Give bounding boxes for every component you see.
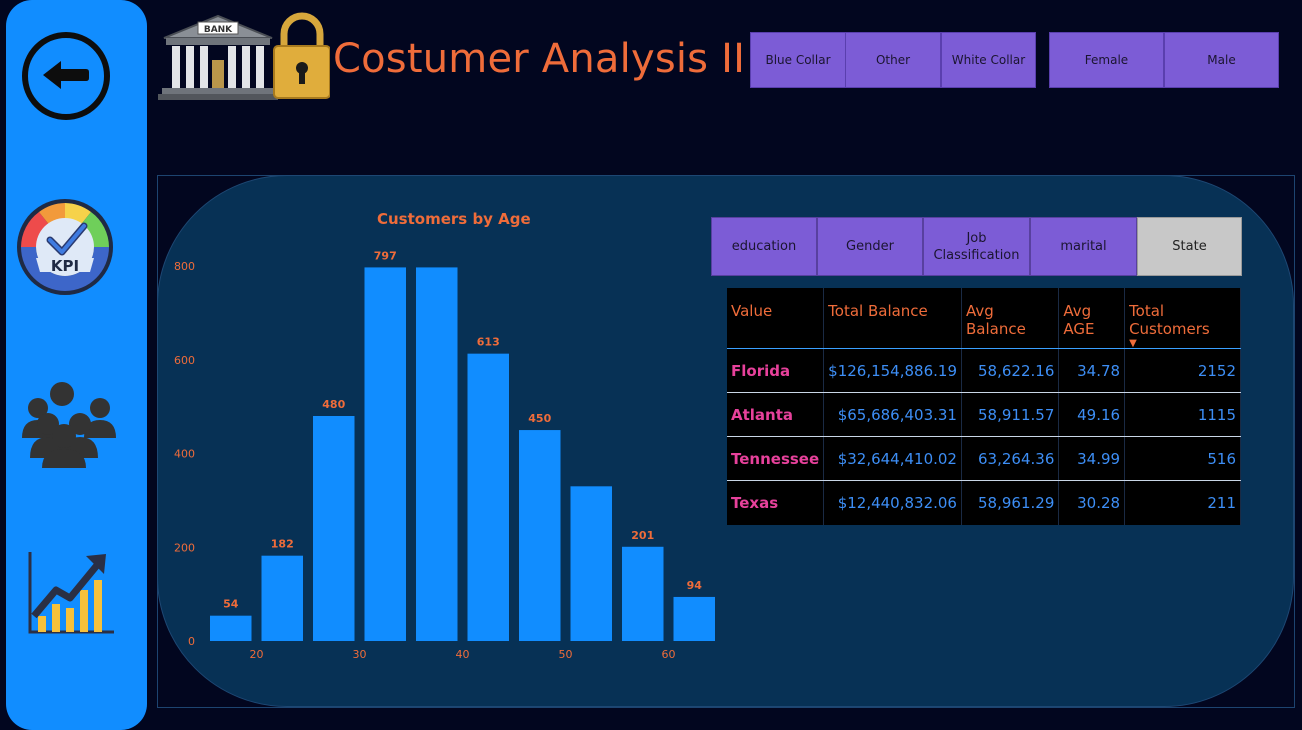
tab-education[interactable]: education: [711, 217, 817, 276]
avg-age: 49.16: [1058, 392, 1126, 437]
x-tick-label: 20: [250, 648, 264, 661]
avg-balance: 63,264.36: [961, 436, 1060, 481]
x-tick-label: 50: [559, 648, 573, 661]
total-customers: 516: [1124, 436, 1241, 481]
x-tick-label: 40: [456, 648, 470, 661]
avg-age: 34.99: [1058, 436, 1126, 481]
table-header-row: Value Total Balance Avg Balance Avg AGE …: [727, 288, 1241, 349]
bar-data-label: 797: [374, 249, 397, 262]
tab-job-classification[interactable]: Job Classification: [923, 217, 1030, 276]
total-customers: 2152: [1124, 348, 1241, 393]
avg-balance: 58,911.57: [961, 392, 1060, 437]
histogram-bar[interactable]: [416, 267, 458, 641]
table-row[interactable]: Texas $12,440,832.06 58,961.29 30.28 211: [727, 480, 1241, 525]
avg-age: 30.28: [1058, 480, 1126, 525]
histogram-bar[interactable]: [364, 267, 407, 641]
tab-gender[interactable]: Gender: [817, 217, 923, 276]
tab-marital[interactable]: marital: [1030, 217, 1137, 276]
avg-age: 34.78: [1058, 348, 1126, 393]
total-balance: $126,154,886.19: [823, 348, 962, 393]
histogram-bar[interactable]: [519, 430, 561, 641]
column-header-avg-age[interactable]: Avg AGE: [1058, 288, 1126, 349]
state-name: Tennessee: [727, 436, 825, 481]
histogram-bar[interactable]: [261, 555, 304, 641]
y-tick-label: 0: [188, 635, 195, 648]
y-tick-label: 200: [174, 541, 195, 554]
state-name: Florida: [727, 348, 825, 393]
histogram-bar[interactable]: [570, 486, 613, 641]
state-name: Texas: [727, 480, 825, 525]
column-header-total-customers-label: Total Customers: [1129, 302, 1210, 338]
column-header-total-balance[interactable]: Total Balance: [823, 288, 962, 349]
bar-data-label: 613: [477, 336, 500, 349]
total-customers: 211: [1124, 480, 1241, 525]
y-tick-label: 800: [174, 260, 195, 273]
state-name: Atlanta: [727, 392, 825, 437]
bar-data-label: 182: [271, 538, 294, 551]
total-balance: $12,440,832.06: [823, 480, 962, 525]
bar-data-label: 450: [528, 412, 551, 425]
avg-balance: 58,622.16: [961, 348, 1060, 393]
table-row[interactable]: Tennessee $32,644,410.02 63,264.36 34.99…: [727, 436, 1241, 481]
histogram-bar[interactable]: [467, 353, 510, 641]
x-tick-label: 30: [353, 648, 367, 661]
bar-data-label: 54: [223, 598, 239, 611]
total-balance: $32,644,410.02: [823, 436, 962, 481]
table-row[interactable]: Florida $126,154,886.19 58,622.16 34.78 …: [727, 348, 1241, 393]
column-header-value[interactable]: Value: [727, 288, 825, 349]
column-header-total-customers[interactable]: Total Customers ▼: [1124, 288, 1241, 349]
tab-state[interactable]: State: [1137, 217, 1242, 276]
bar-data-label: 201: [631, 529, 654, 542]
y-tick-label: 600: [174, 354, 195, 367]
y-tick-label: 400: [174, 448, 195, 461]
histogram-bar[interactable]: [673, 596, 716, 641]
state-table: Value Total Balance Avg Balance Avg AGE …: [727, 288, 1241, 525]
bar-data-label: 480: [322, 398, 345, 411]
avg-balance: 58,961.29: [961, 480, 1060, 525]
histogram-bar[interactable]: [313, 416, 355, 641]
table-row[interactable]: Atlanta $65,686,403.31 58,911.57 49.16 1…: [727, 392, 1241, 437]
column-header-avg-balance[interactable]: Avg Balance: [961, 288, 1060, 349]
histogram-bar[interactable]: [210, 615, 252, 641]
histogram-bar[interactable]: [622, 546, 664, 641]
x-tick-label: 60: [662, 648, 676, 661]
bar-data-label: 94: [687, 579, 703, 592]
sort-descending-icon[interactable]: ▼: [1129, 339, 1236, 349]
total-customers: 1115: [1124, 392, 1241, 437]
total-balance: $65,686,403.31: [823, 392, 962, 437]
